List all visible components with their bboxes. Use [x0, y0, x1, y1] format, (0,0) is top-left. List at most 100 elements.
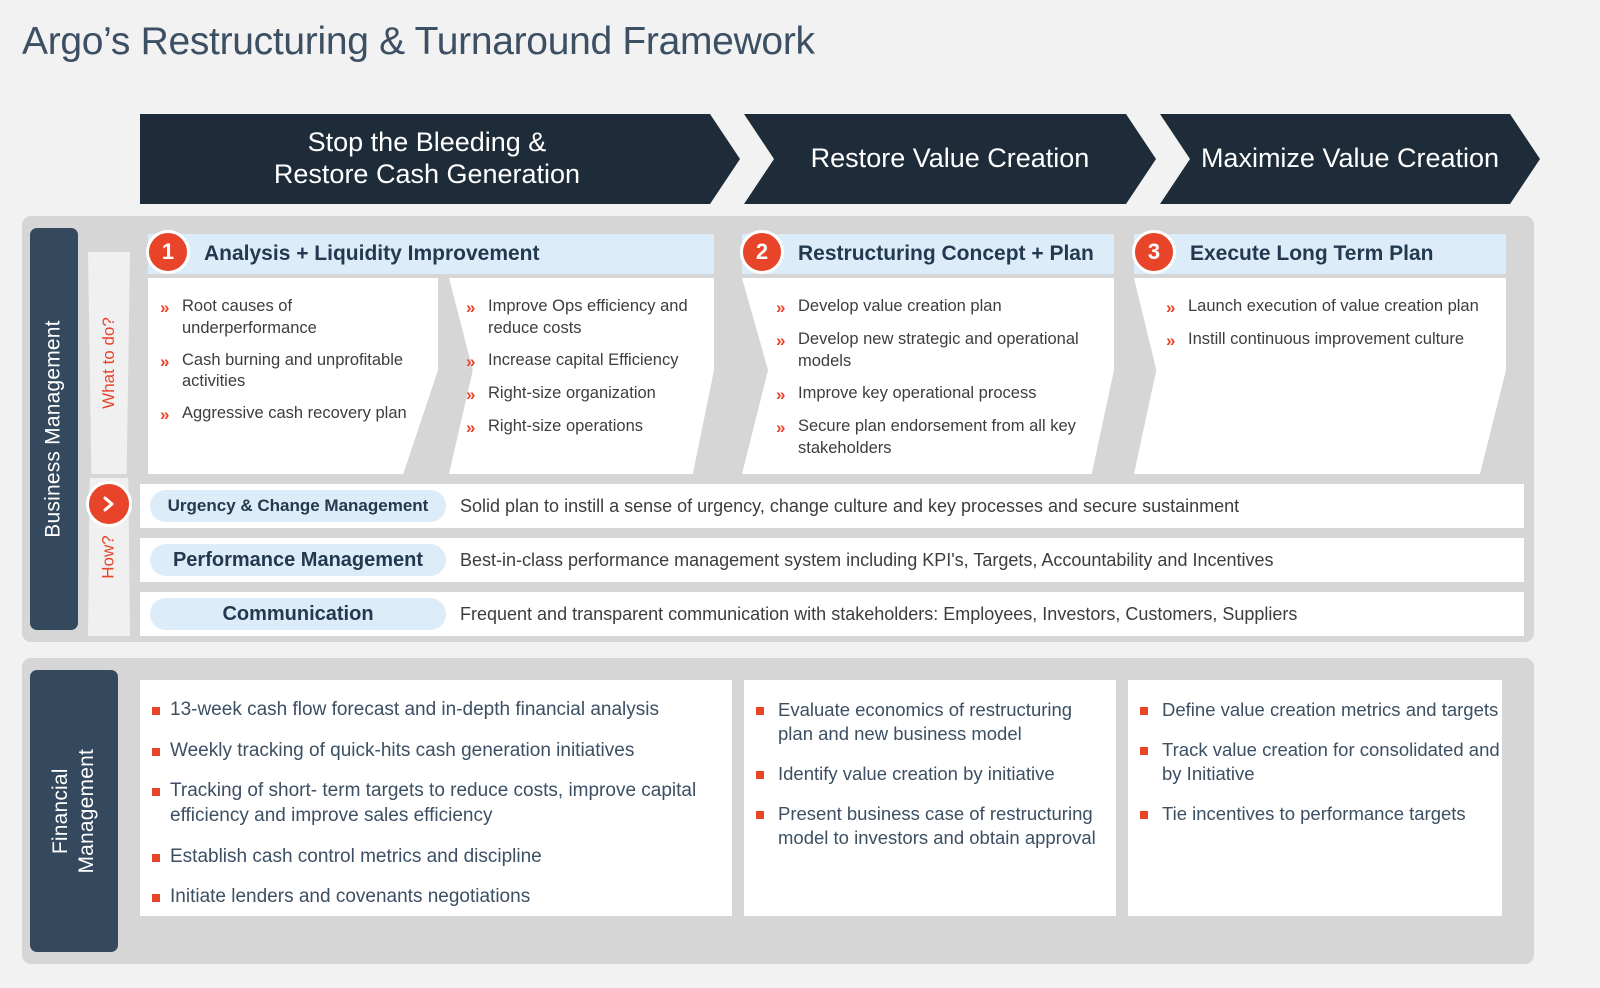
- step-3-number-badge: 3: [1132, 230, 1176, 274]
- phase-chevron-1[interactable]: Stop the Bleeding & Restore Cash Generat…: [140, 114, 740, 204]
- list-item: » Improve key operational process: [776, 383, 1106, 406]
- step-2-title: Restructuring Concept + Plan: [798, 242, 1094, 265]
- list-item-text: Right-size organization: [488, 383, 656, 402]
- step-1-header-bar: Analysis + Liquidity Improvement: [148, 234, 714, 274]
- list-item: Tie incentives to performance targets: [1140, 802, 1500, 826]
- list-item: Establish cash control metrics and disci…: [152, 845, 730, 870]
- page-title: Argo’s Restructuring & Turnaround Framew…: [22, 20, 815, 63]
- square-bullet-icon: [1140, 802, 1162, 826]
- financial-list-2: Evaluate economics of restructuring plan…: [756, 698, 1112, 866]
- double-chevron-bullet-icon: »: [776, 331, 786, 351]
- list-item-text: Right-size operations: [488, 417, 643, 436]
- phase-1-line-1: Stop the Bleeding &: [307, 127, 547, 158]
- how-pill-urgency[interactable]: Urgency & Change Management: [150, 490, 446, 522]
- step-3-header[interactable]: Execute Long Term Plan 3: [1132, 230, 1506, 274]
- square-bullet-icon: [152, 845, 170, 870]
- double-chevron-bullet-icon: »: [1166, 331, 1176, 351]
- step-2-header[interactable]: Restructuring Concept + Plan 2: [740, 230, 1114, 274]
- list-item-text: Cash burning and unprofitable activities: [182, 350, 404, 391]
- list-item: Identify value creation by initiative: [756, 762, 1112, 786]
- square-bullet-icon: [152, 779, 170, 828]
- square-bullet-icon: [152, 739, 170, 764]
- what-to-do-list-4: » Launch execution of value creation plan…: [1166, 296, 1496, 363]
- what-to-do-label: What to do?: [99, 317, 119, 409]
- how-row-performance: Performance Management Best-in-class per…: [140, 538, 1524, 582]
- list-item: Weekly tracking of quick-hits cash gener…: [152, 739, 730, 764]
- business-management-label-text: Business Management: [42, 320, 66, 538]
- list-item: » Improve Ops efficiency and reduce costs: [466, 296, 716, 340]
- step-1-number-badge: 1: [146, 230, 190, 274]
- step-1-header[interactable]: Analysis + Liquidity Improvement 1: [146, 230, 714, 274]
- list-item: » Secure plan endorsement from all key st…: [776, 416, 1106, 460]
- list-item: » Aggressive cash recovery plan: [160, 403, 422, 426]
- double-chevron-bullet-icon: »: [466, 298, 476, 317]
- square-bullet-icon: [756, 698, 778, 746]
- financial-label-line-1: Financial: [48, 768, 72, 854]
- list-item: » Increase capital Efficiency: [466, 350, 716, 373]
- phase-3-label: Maximize Value Creation: [1200, 143, 1500, 174]
- list-item-text: Root causes of underperformance: [182, 297, 317, 337]
- financial-label-line-2: Management: [75, 748, 99, 874]
- financial-management-label-text: Financial Management: [48, 749, 101, 874]
- list-item-text: Track value creation for consolidated an…: [1162, 739, 1500, 785]
- step-2-number-badge: 2: [740, 230, 784, 274]
- how-row-urgency: Urgency & Change Management Solid plan t…: [140, 484, 1524, 528]
- step-3-title: Execute Long Term Plan: [1190, 242, 1434, 265]
- business-management-label: Business Management: [30, 228, 78, 630]
- double-chevron-bullet-icon: »: [466, 418, 476, 438]
- double-chevron-bullet-icon: »: [776, 384, 786, 404]
- list-item-text: Increase capital Efficiency: [488, 350, 679, 369]
- framework-slide: Argo’s Restructuring & Turnaround Framew…: [0, 0, 1600, 988]
- phase-chevron-3[interactable]: Maximize Value Creation: [1160, 114, 1540, 204]
- list-item-text: Improve key operational process: [798, 383, 1037, 402]
- phase-2-label: Restore Value Creation: [810, 143, 1090, 174]
- phase-chevron-2[interactable]: Restore Value Creation: [744, 114, 1156, 204]
- list-item-text: Identify value creation by initiative: [778, 763, 1055, 785]
- phase-banner: Stop the Bleeding & Restore Cash Generat…: [140, 114, 1540, 204]
- list-item-text: Tracking of short- term targets to reduc…: [170, 780, 697, 827]
- list-item-text: Initiate lenders and covenants negotiati…: [170, 886, 531, 908]
- list-item: » Develop value creation plan: [776, 296, 1106, 319]
- list-item-text: Improve Ops efficiency and reduce costs: [488, 297, 688, 337]
- how-pill-communication[interactable]: Communication: [150, 598, 446, 630]
- chevron-right-icon: [86, 481, 132, 527]
- how-description-communication: Frequent and transparent communication w…: [460, 603, 1298, 624]
- list-item: Define value creation metrics and target…: [1140, 698, 1500, 722]
- financial-list-1: 13-week cash flow forecast and in-depth …: [152, 698, 730, 926]
- square-bullet-icon: [152, 698, 170, 723]
- double-chevron-bullet-icon: »: [776, 418, 786, 438]
- list-item-text: Secure plan endorsement from all key sta…: [798, 417, 1076, 458]
- list-item-text: 13-week cash flow forecast and in-depth …: [170, 699, 659, 720]
- list-item: » Right-size operations: [466, 416, 716, 439]
- list-item-text: Launch execution of value creation plan: [1188, 297, 1479, 315]
- square-bullet-icon: [1140, 738, 1162, 786]
- list-item-text: Establish cash control metrics and disci…: [170, 845, 542, 867]
- list-item: Initiate lenders and covenants negotiati…: [152, 885, 730, 910]
- what-to-do-list-3: » Develop value creation plan » Develop new…: [776, 296, 1106, 470]
- what-to-do-list-1: » Root causes of underperformance » Cash bu…: [160, 296, 422, 437]
- list-item-text: Weekly tracking of quick-hits cash gener…: [170, 739, 635, 761]
- step-3-header-bar: Execute Long Term Plan: [1134, 234, 1506, 274]
- financial-list-3: Define value creation metrics and target…: [1140, 698, 1500, 842]
- double-chevron-bullet-icon: »: [160, 351, 170, 371]
- list-item-text: Develop new strategic and operational mo…: [798, 330, 1079, 371]
- list-item-text: Aggressive cash recovery plan: [182, 404, 407, 423]
- list-item: 13-week cash flow forecast and in-depth …: [152, 698, 730, 723]
- how-label: How?: [99, 535, 118, 579]
- list-item: » Cash burning and unprofitable activitie…: [160, 350, 422, 394]
- how-pill-performance[interactable]: Performance Management: [150, 544, 446, 576]
- list-item-text: Present business case of restructuring m…: [778, 803, 1096, 849]
- list-item: » Develop new strategic and operational m…: [776, 329, 1106, 373]
- financial-management-label: Financial Management: [30, 670, 118, 952]
- list-item: » Right-size organization: [466, 383, 716, 406]
- list-item: Present business case of restructuring m…: [756, 802, 1112, 850]
- double-chevron-bullet-icon: »: [466, 351, 476, 371]
- list-item-text: Tie incentives to performance targets: [1162, 803, 1466, 825]
- list-item: Track value creation for consolidated an…: [1140, 738, 1500, 786]
- list-item: Tracking of short- term targets to reduc…: [152, 779, 730, 828]
- double-chevron-bullet-icon: »: [1166, 298, 1176, 317]
- list-item: » Root causes of underperformance: [160, 296, 422, 340]
- square-bullet-icon: [756, 762, 778, 786]
- list-item-text: Develop value creation plan: [798, 297, 1002, 315]
- square-bullet-icon: [756, 802, 778, 850]
